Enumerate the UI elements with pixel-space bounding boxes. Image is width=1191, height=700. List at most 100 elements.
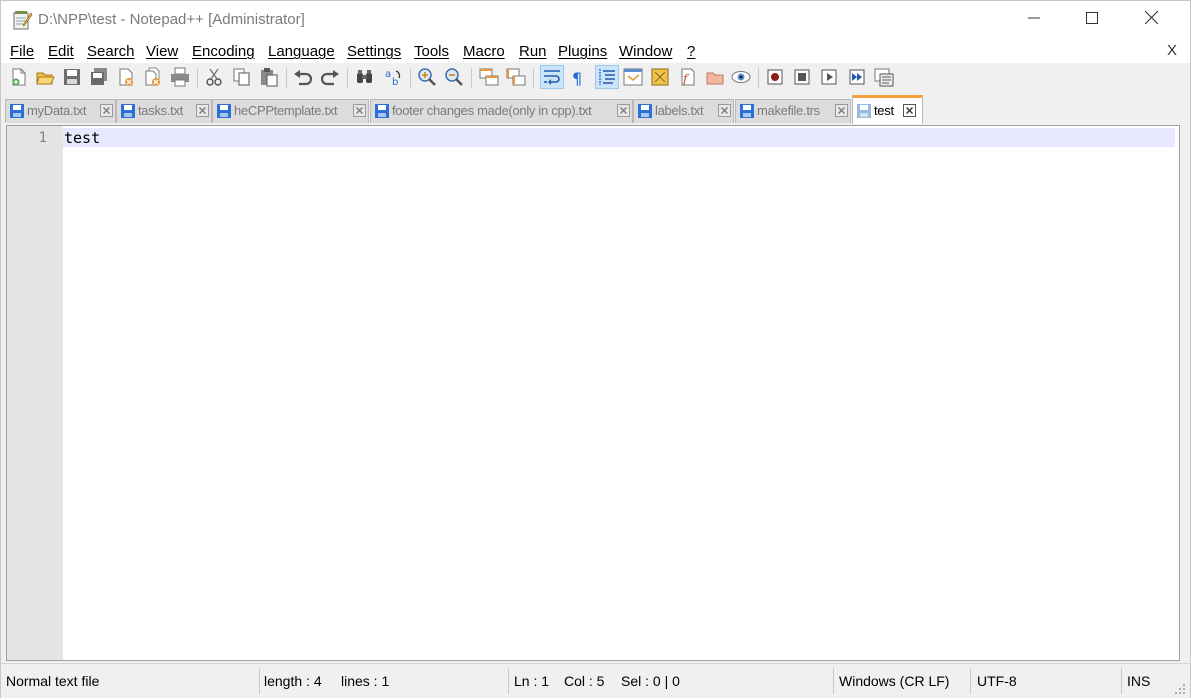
resize-grip-icon[interactable] bbox=[1174, 682, 1186, 694]
floppy-save-icon bbox=[10, 104, 24, 118]
new-file-icon[interactable] bbox=[8, 66, 30, 88]
svg-text:b: b bbox=[392, 77, 398, 88]
tab-close-icon[interactable] bbox=[903, 104, 916, 117]
menu-search[interactable]: Search bbox=[87, 43, 135, 60]
copy-icon[interactable] bbox=[231, 66, 253, 88]
toolbar-separator bbox=[410, 68, 411, 88]
menu-plugins[interactable]: Plugins bbox=[558, 43, 607, 60]
maximize-button[interactable] bbox=[1063, 1, 1121, 39]
run-macro-multiple-icon[interactable] bbox=[846, 66, 868, 88]
tab-mydata[interactable]: myData.txt bbox=[5, 99, 116, 123]
zoom-in-icon[interactable] bbox=[416, 66, 438, 88]
menu-file[interactable]: File bbox=[10, 43, 34, 60]
document-tab-bar: myData.txt tasks.txt heCPPtemplate.txt f… bbox=[1, 93, 1190, 125]
playback-macro-icon[interactable] bbox=[818, 66, 840, 88]
line-number-gutter: 1 bbox=[7, 126, 63, 660]
find-icon[interactable] bbox=[354, 66, 376, 88]
tab-close-icon[interactable] bbox=[718, 104, 731, 117]
close-all-icon[interactable] bbox=[142, 66, 164, 88]
tab-label: heCPPtemplate.txt bbox=[234, 103, 338, 118]
status-line-number: Ln : 1 bbox=[514, 673, 550, 689]
menu-view[interactable]: View bbox=[146, 43, 178, 60]
toolbar-separator bbox=[533, 68, 534, 88]
status-divider bbox=[970, 668, 971, 694]
close-document-x[interactable]: X bbox=[1167, 42, 1177, 59]
status-length: length : 4 bbox=[264, 673, 322, 689]
status-eol-format: Windows (CR LF) bbox=[839, 673, 950, 689]
menu-encoding[interactable]: Encoding bbox=[192, 43, 255, 60]
menu-window[interactable]: Window bbox=[619, 43, 672, 60]
toolbar-separator bbox=[347, 68, 348, 88]
redo-icon[interactable] bbox=[319, 66, 341, 88]
zoom-out-icon[interactable] bbox=[443, 66, 465, 88]
text-editor[interactable]: 1 test bbox=[6, 125, 1180, 661]
tab-hecpptemplate[interactable]: heCPPtemplate.txt bbox=[212, 99, 369, 123]
indent-guide-icon[interactable] bbox=[595, 65, 619, 89]
tab-footer-changes[interactable]: footer changes made(only in cpp).txt bbox=[370, 99, 633, 123]
status-divider bbox=[508, 668, 509, 694]
tab-close-icon[interactable] bbox=[100, 104, 113, 117]
menu-help[interactable]: ? bbox=[687, 43, 695, 60]
minimize-button[interactable] bbox=[1005, 1, 1063, 39]
status-file-type: Normal text file bbox=[6, 673, 100, 689]
tab-label: labels.txt bbox=[655, 103, 704, 118]
floppy-save-icon bbox=[740, 104, 754, 118]
menu-run[interactable]: Run bbox=[519, 43, 547, 60]
status-bar: Normal text file length : 4 lines : 1 Ln… bbox=[1, 663, 1190, 698]
close-file-icon[interactable] bbox=[115, 66, 137, 88]
status-divider bbox=[833, 668, 834, 694]
svg-text:a: a bbox=[385, 69, 391, 80]
line-number: 1 bbox=[38, 130, 47, 146]
menu-macro[interactable]: Macro bbox=[463, 43, 505, 60]
stop-recording-icon[interactable] bbox=[791, 66, 813, 88]
floppy-save-icon bbox=[375, 104, 389, 118]
sync-horizontal-icon[interactable] bbox=[505, 66, 527, 88]
minimize-icon bbox=[1028, 11, 1040, 29]
editor-line[interactable]: test bbox=[64, 129, 100, 147]
floppy-save-icon bbox=[638, 104, 652, 118]
toolbar-separator bbox=[758, 68, 759, 88]
sync-vertical-icon[interactable] bbox=[478, 66, 500, 88]
print-icon[interactable] bbox=[169, 66, 191, 88]
function-list-icon[interactable]: f bbox=[677, 66, 699, 88]
tab-close-icon[interactable] bbox=[617, 104, 630, 117]
tab-label: makefile.trs bbox=[757, 103, 820, 118]
status-encoding: UTF-8 bbox=[977, 673, 1017, 689]
record-macro-icon[interactable] bbox=[764, 66, 786, 88]
floppy-save-icon bbox=[857, 104, 871, 118]
tab-tasks[interactable]: tasks.txt bbox=[116, 99, 212, 123]
tab-labels[interactable]: labels.txt bbox=[633, 99, 734, 123]
tab-test[interactable]: test bbox=[852, 95, 923, 124]
show-all-chars-icon[interactable]: ¶ bbox=[567, 66, 589, 88]
replace-icon[interactable]: ab bbox=[382, 66, 404, 88]
menu-language[interactable]: Language bbox=[268, 43, 335, 60]
menu-edit[interactable]: Edit bbox=[48, 43, 74, 60]
tab-label: footer changes made(only in cpp).txt bbox=[392, 103, 592, 118]
tab-label: tasks.txt bbox=[138, 103, 183, 118]
tab-close-icon[interactable] bbox=[196, 104, 209, 117]
close-icon bbox=[1144, 10, 1158, 29]
cut-icon[interactable] bbox=[203, 66, 225, 88]
current-line-highlight bbox=[63, 128, 1175, 147]
monitoring-icon[interactable] bbox=[730, 66, 752, 88]
status-column: Col : 5 bbox=[564, 673, 605, 689]
floppy-save-icon bbox=[217, 104, 231, 118]
toolbar-separator bbox=[197, 68, 198, 88]
tab-close-icon[interactable] bbox=[353, 104, 366, 117]
folder-as-workspace-icon[interactable] bbox=[704, 66, 726, 88]
document-map-icon[interactable] bbox=[622, 66, 644, 88]
save-all-icon[interactable] bbox=[88, 66, 110, 88]
save-macro-icon[interactable] bbox=[873, 66, 895, 88]
menu-settings[interactable]: Settings bbox=[347, 43, 401, 60]
undo-icon[interactable] bbox=[292, 66, 314, 88]
save-icon[interactable] bbox=[61, 66, 83, 88]
toolbar: ab ¶ f bbox=[1, 63, 1190, 94]
menu-tools[interactable]: Tools bbox=[414, 43, 449, 60]
tab-close-icon[interactable] bbox=[835, 104, 848, 117]
word-wrap-icon[interactable] bbox=[540, 65, 564, 89]
paste-icon[interactable] bbox=[258, 66, 280, 88]
close-window-button[interactable] bbox=[1122, 1, 1180, 39]
tab-makefile[interactable]: makefile.trs bbox=[735, 99, 851, 123]
user-defined-language-icon[interactable] bbox=[649, 66, 671, 88]
open-file-icon[interactable] bbox=[34, 66, 56, 88]
